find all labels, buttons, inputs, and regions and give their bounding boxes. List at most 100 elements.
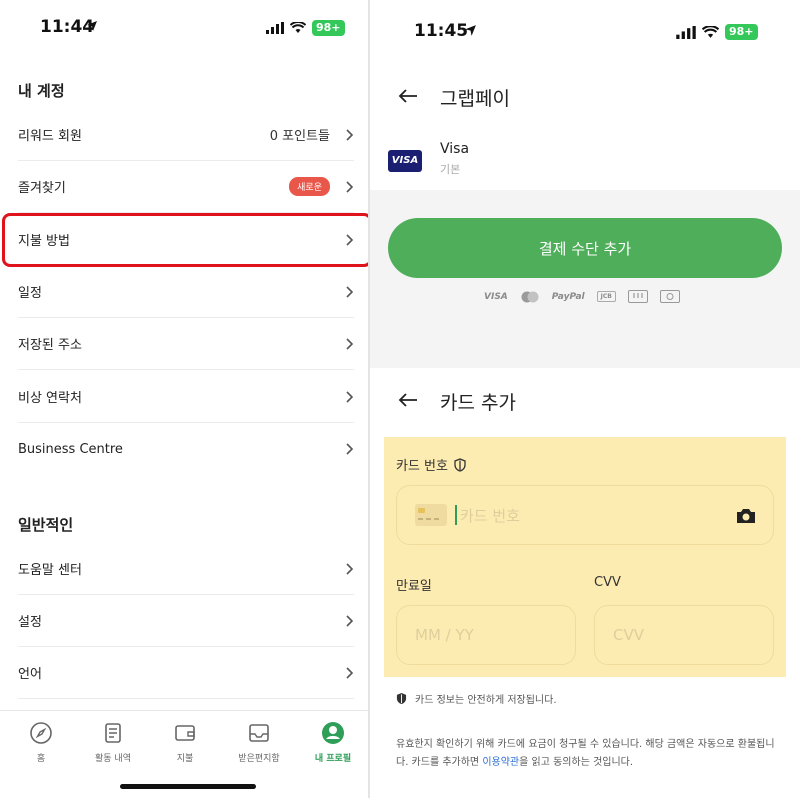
chevron-right-icon xyxy=(346,337,354,350)
nav-label: 홈 xyxy=(36,754,46,764)
cvv-input[interactable]: CVV xyxy=(594,605,774,665)
location-arrow-icon xyxy=(87,21,97,31)
new-badge: 새로운 xyxy=(289,177,330,196)
status-bar: 11:44 98+ xyxy=(0,0,368,54)
receipt-icon xyxy=(105,723,121,743)
card-number-input[interactable]: 카드 번호 xyxy=(396,485,774,545)
status-bar: 11:45 98+ xyxy=(370,0,800,54)
expiry-label: 만료일 xyxy=(396,579,432,594)
text-cursor xyxy=(455,505,457,525)
wallet-icon xyxy=(175,725,195,741)
chevron-right-icon xyxy=(346,128,354,141)
supported-brands: VISA PayPal JCB xyxy=(484,290,680,303)
card-form: 카드 번호 카드 번호 만료일 CVV MM / YY CVV xyxy=(384,437,786,677)
compass-icon xyxy=(30,722,52,744)
home-indicator xyxy=(120,784,256,789)
payment-screen: 11:45 98+ 그랩페이 VISA Visa 기본 결제 수단 추가 VIS… xyxy=(370,0,800,798)
menu-item-label: 저장된 주소 xyxy=(18,338,82,353)
nav-inbox[interactable]: 받은편지함 xyxy=(222,721,296,764)
chevron-right-icon xyxy=(346,562,354,575)
section-title-my-account: 내 계정 xyxy=(18,82,65,100)
camera-icon[interactable] xyxy=(735,507,757,525)
rewards-points-value: 0 포인트들 xyxy=(269,129,330,144)
nav-profile[interactable]: 내 프로필 xyxy=(296,721,368,764)
menu-item-favorites[interactable]: 즐겨찾기 새로운 xyxy=(18,161,354,213)
nav-home[interactable]: 홈 xyxy=(4,721,78,764)
profile-screen: 11:44 98+ 내 계정 리워드 회원 0 포인트들 즐겨찾기 새로운 지불… xyxy=(0,0,368,798)
shield-icon xyxy=(454,457,466,472)
chevron-right-icon xyxy=(346,390,354,403)
chevron-right-icon xyxy=(346,443,354,455)
nav-activity[interactable]: 활동 내역 xyxy=(76,721,150,764)
chevron-right-icon xyxy=(346,180,354,193)
menu-item-rewards[interactable]: 리워드 회원 0 포인트들 xyxy=(18,109,354,161)
chevron-right-icon xyxy=(346,285,354,298)
mastercard-icon xyxy=(521,291,539,302)
wifi-icon xyxy=(290,22,306,33)
profile-icon xyxy=(322,722,344,744)
card-number-placeholder: 카드 번호 xyxy=(460,506,520,525)
battery-indicator: 98+ xyxy=(312,20,345,36)
add-payment-method-button[interactable]: 결제 수단 추가 xyxy=(388,218,782,278)
card-name: Visa xyxy=(440,141,470,157)
menu-item-label: 지불 방법 xyxy=(18,234,70,249)
status-icons: 98+ xyxy=(266,20,345,36)
brand-jcb: JCB xyxy=(596,291,616,302)
back-arrow-icon[interactable] xyxy=(398,392,418,408)
cellular-signal-icon xyxy=(266,22,284,34)
brand-visa: VISA xyxy=(484,291,508,302)
cvv-label: CVV xyxy=(594,575,621,590)
card-number-label-text: 카드 번호 xyxy=(396,459,448,474)
menu-item-label: 즐겨찾기 xyxy=(18,181,66,196)
cvv-placeholder: CVV xyxy=(613,626,644,644)
nav-label: 내 프로필 xyxy=(314,754,352,764)
secure-note-text: 카드 정보는 안전하게 저장됩니다. xyxy=(415,695,557,706)
menu-item-label: 일정 xyxy=(18,286,42,301)
cellular-signal-icon xyxy=(676,25,696,39)
terms-link[interactable]: 이용약관 xyxy=(482,757,519,768)
menu-item-language[interactable]: 언어 xyxy=(18,647,354,699)
menu-item-saved-addresses[interactable]: 저장된 주소 xyxy=(18,318,354,370)
menu-item-label: 설정 xyxy=(18,615,42,630)
card-default-label: 기본 xyxy=(440,163,461,176)
expiry-input[interactable]: MM / YY xyxy=(396,605,576,665)
expiry-placeholder: MM / YY xyxy=(415,626,474,644)
nav-payment[interactable]: 지불 xyxy=(148,721,222,764)
menu-item-label: 리워드 회원 xyxy=(18,129,82,144)
nav-label: 활동 내역 xyxy=(95,754,131,764)
charge-disclaimer: 유효한지 확인하기 위해 카드에 요금이 청구될 수 있습니다. 해당 금액은 … xyxy=(396,736,776,772)
card-number-label: 카드 번호 xyxy=(396,455,466,474)
menu-item-help-center[interactable]: 도움말 센터 xyxy=(18,543,354,595)
nav-label: 받은편지함 xyxy=(238,754,280,764)
menu-item-payment-methods[interactable]: 지불 방법 xyxy=(18,214,354,266)
payment-options-area xyxy=(370,190,800,368)
add-card-title: 카드 추가 xyxy=(440,392,516,414)
menu-item-settings[interactable]: 설정 xyxy=(18,595,354,647)
inbox-icon xyxy=(249,724,269,742)
nav-label: 지불 xyxy=(176,754,194,764)
menu-item-schedule[interactable]: 일정 xyxy=(18,266,354,318)
section-title-general: 일반적인 xyxy=(18,516,74,534)
wifi-icon xyxy=(702,25,719,38)
location-arrow-icon xyxy=(465,25,476,36)
shield-icon xyxy=(396,693,407,704)
menu-item-label: 도움말 센터 xyxy=(18,563,82,578)
menu-item-label: 언어 xyxy=(18,667,42,682)
back-arrow-icon[interactable] xyxy=(398,88,418,104)
disclaimer-text-end: 을 읽고 동의하는 것입니다. xyxy=(519,757,634,768)
menu-item-label: 비상 연락처 xyxy=(18,391,82,406)
chevron-right-icon xyxy=(346,233,354,246)
brand-paypal: PayPal xyxy=(551,291,585,302)
battery-indicator: 98+ xyxy=(725,24,758,40)
chevron-right-icon xyxy=(346,666,354,679)
card-placeholder-icon xyxy=(415,504,447,526)
menu-item-emergency-contacts[interactable]: 비상 연락처 xyxy=(18,371,354,423)
menu-item-label: Business Centre xyxy=(18,441,123,457)
diners-club-icon xyxy=(659,290,680,303)
secure-storage-note: 카드 정보는 안전하게 저장됩니다. xyxy=(396,691,557,706)
visa-logo: VISA xyxy=(388,150,422,172)
unionpay-icon xyxy=(627,290,648,303)
menu-item-business-centre[interactable]: Business Centre xyxy=(18,423,354,475)
chevron-right-icon xyxy=(346,614,354,627)
status-icons: 98+ xyxy=(676,24,758,40)
